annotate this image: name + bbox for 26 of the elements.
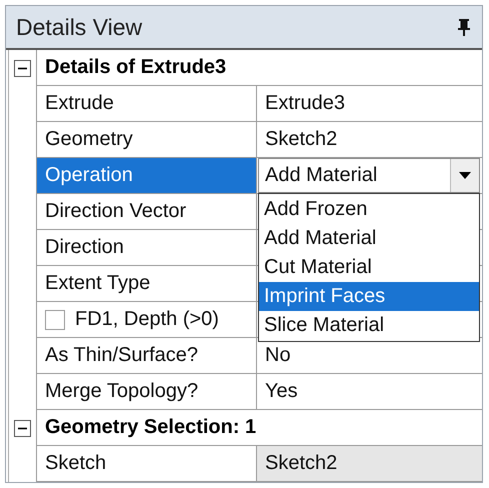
value-cell: No — [257, 338, 482, 374]
menu-option[interactable]: Add Material — [259, 224, 479, 253]
group-header: Details of Extrude3 — [45, 56, 226, 79]
menu-option[interactable]: Cut Material — [259, 253, 479, 282]
value-cell: Sketch2 — [257, 446, 482, 482]
property-name[interactable]: Extent Type — [37, 266, 257, 302]
menu-option[interactable]: Add Frozen — [259, 195, 479, 224]
caret-icon — [459, 172, 471, 179]
property-name[interactable]: Operation — [37, 158, 257, 194]
menu-option[interactable]: Imprint Faces — [259, 282, 479, 311]
group-header: Geometry Selection: 1 — [45, 416, 256, 439]
collapse-icon[interactable] — [14, 420, 31, 436]
pin-icon[interactable] — [458, 18, 470, 36]
checkbox[interactable] — [45, 310, 65, 330]
property-name[interactable]: Merge Topology? — [37, 374, 257, 410]
property-name[interactable]: Extrude — [37, 86, 257, 122]
collapse-icon[interactable] — [14, 60, 31, 76]
panel-title: Details View — [16, 14, 142, 40]
value-cell: Yes — [257, 374, 482, 410]
property-name[interactable]: As Thin/Surface? — [37, 338, 257, 374]
dropdown-field[interactable]: Add Material — [258, 158, 480, 193]
property-name: FD1, Depth (>0) — [75, 308, 219, 331]
value-cell: Extrude3 — [257, 86, 482, 122]
property-name[interactable]: Direction — [37, 230, 257, 266]
property-name[interactable]: Direction Vector — [37, 194, 257, 230]
menu-option[interactable]: Slice Material — [259, 311, 479, 340]
